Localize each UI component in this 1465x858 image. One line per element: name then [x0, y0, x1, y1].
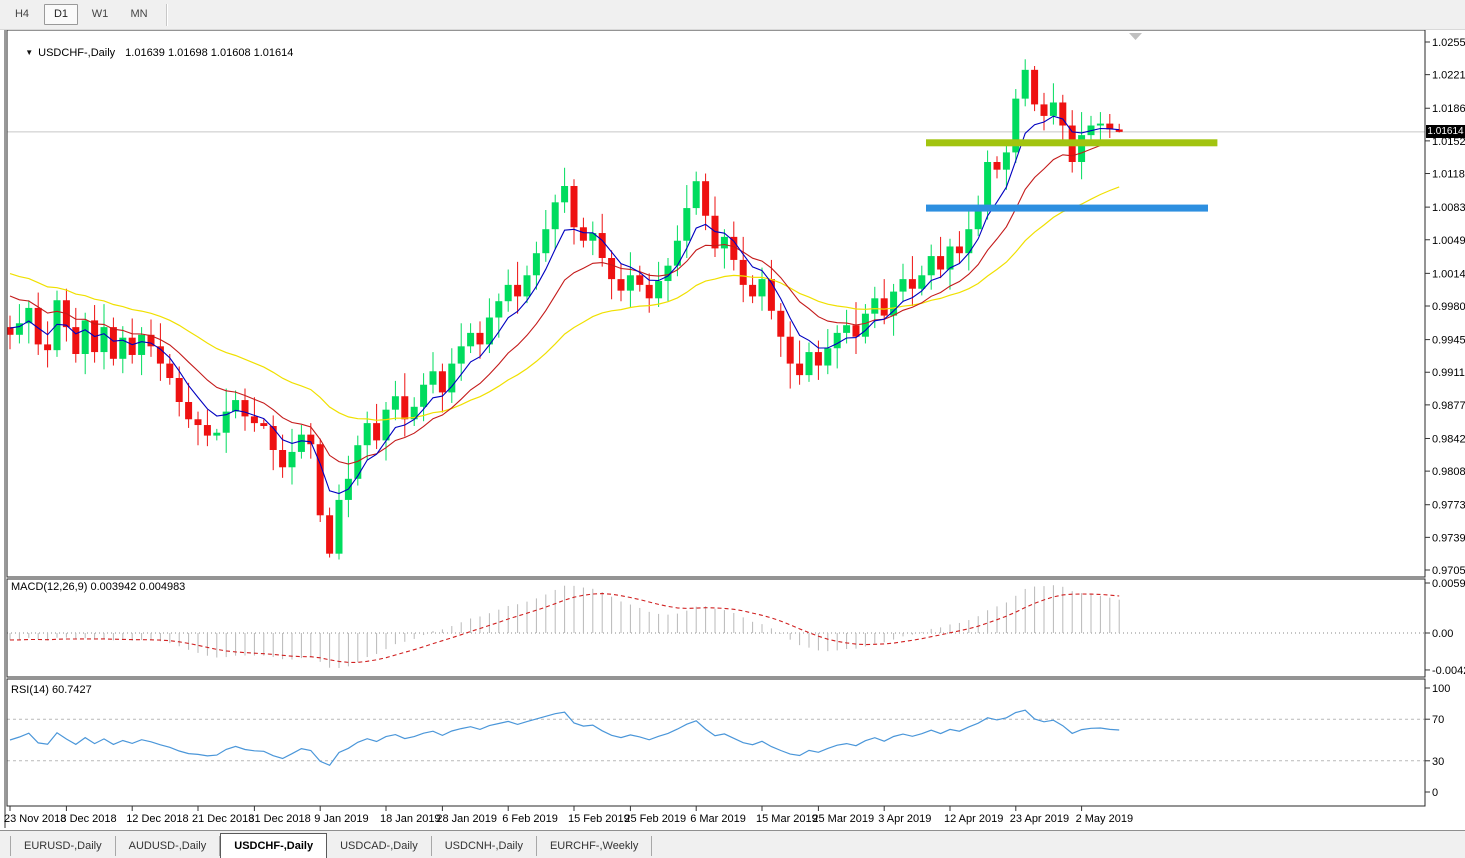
timeframe-button-w1[interactable]: W1: [83, 4, 117, 25]
horizontal-line-olive[interactable]: [926, 139, 1217, 146]
svg-text:6 Mar 2019: 6 Mar 2019: [690, 813, 746, 825]
svg-text:-0.004243: -0.004243: [1432, 665, 1465, 677]
tab-audusd-daily[interactable]: AUDUSD-,Daily: [116, 836, 221, 856]
toolbar-separator: [166, 4, 168, 26]
svg-text:70: 70: [1432, 714, 1444, 726]
svg-text:3 Dec 2018: 3 Dec 2018: [60, 813, 116, 825]
rsi-name: RSI(14): [11, 684, 49, 696]
svg-text:31 Dec 2018: 31 Dec 2018: [248, 813, 310, 825]
svg-text:25 Mar 2019: 25 Mar 2019: [812, 813, 874, 825]
svg-text:0.99450: 0.99450: [1432, 335, 1465, 347]
timeframe-button-d1[interactable]: D1: [44, 4, 78, 25]
chart-symbol-label: USDCHF-,Daily: [38, 47, 115, 59]
svg-text:0.99800: 0.99800: [1432, 301, 1465, 313]
svg-text:1.00830: 1.00830: [1432, 202, 1465, 214]
rsi-value: 60.7427: [52, 684, 92, 696]
trading-terminal-window: H4D1W1MN 1.025501.022101.018601.015201.0…: [0, 0, 1465, 858]
svg-text:23 Nov 2018: 23 Nov 2018: [4, 813, 66, 825]
svg-text:0.98420: 0.98420: [1432, 433, 1465, 445]
horizontal-line-blue[interactable]: [926, 205, 1208, 212]
svg-text:0.98080: 0.98080: [1432, 466, 1465, 478]
svg-text:18 Jan 2019: 18 Jan 2019: [380, 813, 441, 825]
svg-text:15 Mar 2019: 15 Mar 2019: [756, 813, 818, 825]
tab-eurchf-weekly[interactable]: EURCHF-,Weekly: [537, 836, 652, 856]
svg-text:28 Jan 2019: 28 Jan 2019: [436, 813, 497, 825]
svg-text:1.02210: 1.02210: [1432, 70, 1465, 82]
tab-eurusd-daily[interactable]: EURUSD-,Daily: [11, 836, 116, 856]
tab-usdchf-daily[interactable]: USDCHF-,Daily: [220, 833, 327, 858]
chart-canvas[interactable]: 1.025501.022101.018601.015201.011801.008…: [0, 0, 1465, 858]
svg-text:0.99110: 0.99110: [1432, 367, 1465, 379]
svg-text:25 Feb 2019: 25 Feb 2019: [624, 813, 686, 825]
svg-text:0: 0: [1432, 787, 1438, 799]
svg-text:21 Dec 2018: 21 Dec 2018: [192, 813, 254, 825]
svg-text:0.98770: 0.98770: [1432, 400, 1465, 412]
timeframe-button-h4[interactable]: H4: [5, 4, 39, 25]
current-price-tag: 1.01614: [1426, 125, 1465, 138]
svg-text:6 Feb 2019: 6 Feb 2019: [502, 813, 558, 825]
svg-text:0.00: 0.00: [1432, 628, 1453, 640]
svg-text:1.01180: 1.01180: [1432, 169, 1465, 181]
macd-values: 0.003942 0.004983: [90, 581, 185, 593]
macd-indicator-label: MACD(12,26,9) 0.003942 0.004983: [11, 581, 185, 593]
svg-text:15 Feb 2019: 15 Feb 2019: [568, 813, 630, 825]
svg-text:0.97050: 0.97050: [1432, 565, 1465, 577]
svg-text:12 Apr 2019: 12 Apr 2019: [944, 813, 1003, 825]
macd-name: MACD(12,26,9): [11, 581, 87, 593]
symbol-tab-bar: EURUSD-,DailyAUDUSD-,DailyUSDCHF-,DailyU…: [0, 830, 1465, 858]
rsi-indicator-label: RSI(14) 60.7427: [11, 684, 92, 696]
svg-text:1.02550: 1.02550: [1432, 37, 1465, 49]
chart-header: ▼ USDCHF-,Daily 1.01639 1.01698 1.01608 1.…: [13, 35, 293, 71]
svg-text:0.97730: 0.97730: [1432, 500, 1465, 512]
svg-text:0.97390: 0.97390: [1432, 532, 1465, 544]
tab-usdcnh-daily[interactable]: USDCNH-,Daily: [432, 836, 537, 856]
tab-usdcad-daily[interactable]: USDCAD-,Daily: [327, 836, 432, 856]
svg-text:1.01860: 1.01860: [1432, 103, 1465, 115]
timeframe-toolbar: H4D1W1MN: [0, 0, 1465, 30]
tab-stub: [0, 836, 11, 856]
svg-text:30: 30: [1432, 756, 1444, 768]
svg-text:12 Dec 2018: 12 Dec 2018: [126, 813, 188, 825]
timeframe-button-mn[interactable]: MN: [122, 4, 156, 25]
svg-text:1.00140: 1.00140: [1432, 268, 1465, 280]
svg-text:9 Jan 2019: 9 Jan 2019: [314, 813, 368, 825]
svg-text:2 May 2019: 2 May 2019: [1076, 813, 1133, 825]
ohlc-values: 1.01639 1.01698 1.01608 1.01614: [125, 47, 293, 59]
svg-text:100: 100: [1432, 683, 1450, 695]
svg-text:1.00490: 1.00490: [1432, 235, 1465, 247]
svg-text:23 Apr 2019: 23 Apr 2019: [1010, 813, 1069, 825]
svg-text:0.00597: 0.00597: [1432, 578, 1465, 590]
symbol-dropdown-icon[interactable]: ▼: [25, 48, 33, 57]
svg-text:3 Apr 2019: 3 Apr 2019: [878, 813, 931, 825]
